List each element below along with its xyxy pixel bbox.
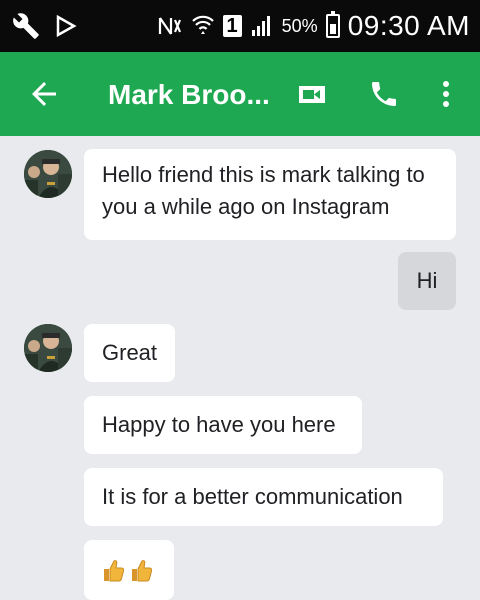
signal-icon (251, 16, 270, 36)
message-text: Hello friend this is mark talking to you… (102, 162, 425, 219)
message-text: Happy to have you here (102, 412, 336, 437)
sim-slot-badge: 1 (222, 15, 242, 37)
wifi-icon (191, 15, 214, 34)
message-bubble-incoming[interactable]: Hello friend this is mark talking to you… (84, 149, 456, 240)
message-text: Great (102, 340, 158, 365)
message-bubble-outgoing[interactable]: Hi (398, 252, 456, 310)
phone-icon[interactable] (368, 78, 400, 110)
contact-avatar[interactable] (24, 150, 72, 198)
battery-icon (325, 11, 340, 38)
contact-avatar[interactable] (24, 324, 72, 372)
app-bar: Mark Broo... (0, 52, 480, 136)
play-store-icon (56, 14, 77, 38)
status-bar: 1 50% 09:30 AM (0, 0, 480, 52)
clock: 09:30 AM (347, 10, 470, 41)
more-vert-icon[interactable] (440, 78, 452, 110)
message-bubble-incoming[interactable]: Great (84, 324, 175, 382)
conversation-title[interactable]: Mark Broo... (108, 79, 270, 111)
battery-percent: 50% (281, 15, 318, 36)
video-call-icon[interactable] (296, 78, 328, 110)
thumbs-up-icon (132, 560, 152, 582)
message-text: It is for a better communication (102, 484, 403, 509)
message-text: Hi (416, 268, 438, 293)
wrench-icon (13, 13, 39, 39)
back-arrow-icon[interactable] (26, 76, 62, 112)
message-bubble-incoming[interactable]: Happy to have you here (84, 396, 362, 454)
message-bubble-incoming[interactable] (84, 540, 174, 600)
nfc-icon (158, 17, 181, 35)
thumbs-up-icon (104, 560, 124, 582)
message-bubble-incoming[interactable]: It is for a better communication (84, 468, 443, 526)
